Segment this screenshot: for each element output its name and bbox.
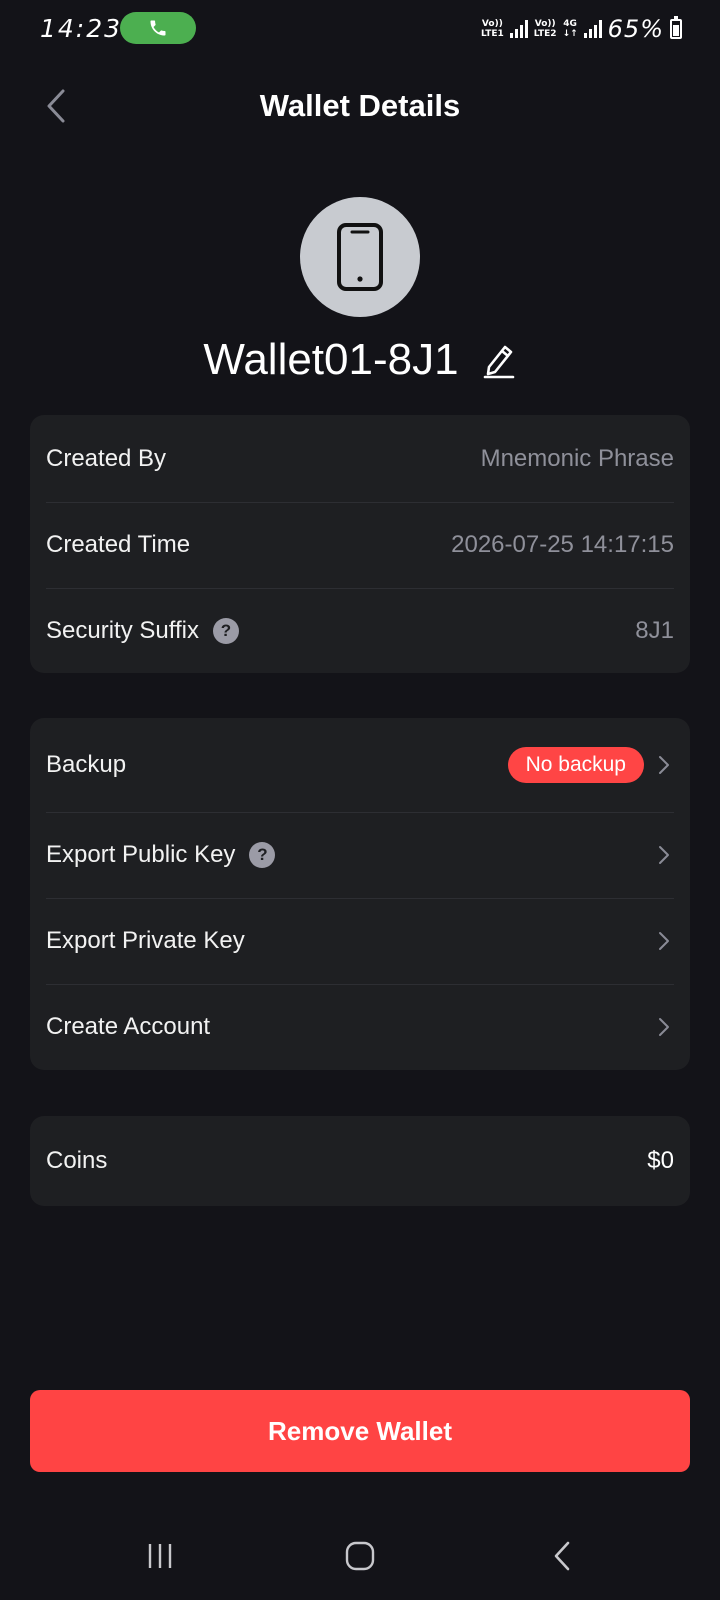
coins-row[interactable]: Coins $0 — [30, 1116, 690, 1206]
status-time: 14:23 — [40, 14, 123, 43]
battery-percent: 65% — [607, 15, 664, 43]
wallet-name-row: Wallet01-8J1 — [0, 330, 720, 390]
chevron-right-icon — [654, 1015, 674, 1039]
no-backup-badge: No backup — [507, 747, 644, 783]
help-icon[interactable]: ? — [212, 617, 239, 644]
battery-icon — [670, 16, 682, 39]
chevron-right-icon — [654, 843, 674, 867]
smartphone-icon — [337, 223, 383, 291]
export-private-key-row[interactable]: Export Private Key — [30, 898, 690, 984]
home-button[interactable] — [330, 1536, 390, 1576]
security-suffix-label: Security Suffix — [46, 616, 199, 644]
created-time-label: Created Time — [46, 531, 191, 558]
export-private-key-label: Export Private Key — [46, 927, 245, 954]
chevron-right-icon — [654, 929, 674, 953]
security-suffix-row: Security Suffix ? 8J1 — [30, 588, 690, 673]
created-by-value: Mnemonic Phrase — [480, 444, 674, 472]
recent-apps-icon — [148, 1544, 172, 1568]
created-by-label: Created By — [46, 444, 167, 472]
home-icon — [345, 1541, 375, 1571]
export-public-key-label: Export Public Key — [46, 841, 236, 868]
page-title: Wallet Details — [259, 88, 461, 123]
edit-name-button[interactable] — [481, 340, 517, 380]
create-account-label: Create Account — [46, 1013, 211, 1040]
pencil-icon — [483, 345, 514, 379]
chevron-right-icon — [654, 753, 674, 777]
network-type: 4G ↓↑ — [562, 19, 578, 39]
remove-wallet-button[interactable]: Remove Wallet — [30, 1390, 690, 1472]
back-icon — [554, 1541, 570, 1571]
created-time-row: Created Time 2026-07-25 14:17:15 — [30, 502, 690, 588]
security-suffix-value: 8J1 — [635, 616, 674, 644]
help-icon[interactable]: ? — [249, 842, 276, 868]
wallet-info-card: Created By Mnemonic Phrase Created Time … — [30, 415, 690, 673]
wallet-actions-card: Backup No backup Export Public Key ? Exp… — [30, 718, 690, 1070]
sim2-label: Vo)) LTE2 — [533, 19, 557, 39]
header: Wallet Details — [0, 70, 720, 142]
recent-apps-button[interactable] — [130, 1536, 190, 1576]
status-bar: 14:23 Vo)) LTE1 Vo)) LTE2 4G ↓↑ 65% — [0, 0, 720, 58]
backup-row[interactable]: Backup No backup — [30, 718, 690, 812]
coins-label: Coins — [46, 1147, 108, 1174]
system-nav-bar — [0, 1516, 720, 1586]
export-public-key-row[interactable]: Export Public Key ? — [30, 812, 690, 898]
coins-value: $0 — [647, 1147, 674, 1174]
created-time-value: 2026-07-25 14:17:15 — [451, 531, 674, 558]
export-public-key-label-wrap: Export Public Key ? — [46, 841, 276, 869]
ongoing-call-pill[interactable] — [120, 12, 196, 44]
sim1-signal-icon — [509, 20, 528, 38]
create-account-row[interactable]: Create Account — [30, 984, 690, 1070]
phone-icon — [150, 20, 166, 36]
sim2-signal-icon — [583, 20, 602, 38]
wallet-avatar — [300, 197, 420, 317]
backup-label: Backup — [46, 751, 127, 778]
wallet-name: Wallet01-8J1 — [203, 335, 459, 384]
system-back-button[interactable] — [532, 1536, 592, 1576]
created-by-row: Created By Mnemonic Phrase — [30, 415, 690, 502]
status-icons: Vo)) LTE1 Vo)) LTE2 4G ↓↑ 65% — [481, 14, 682, 44]
coins-card[interactable]: Coins $0 — [30, 1116, 690, 1206]
security-suffix-label-wrap: Security Suffix ? — [46, 617, 239, 645]
sim1-label: Vo)) LTE1 — [480, 19, 504, 39]
